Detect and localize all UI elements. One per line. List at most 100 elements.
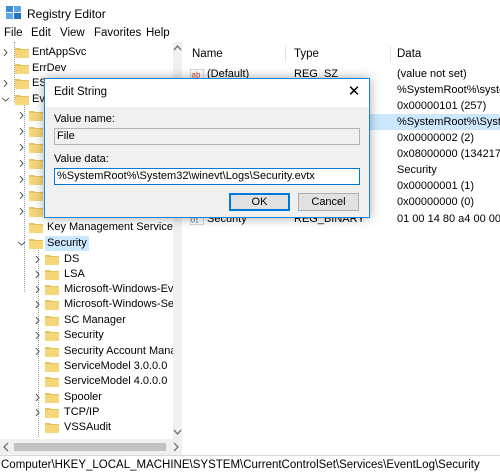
column-separator[interactable]: [285, 46, 286, 62]
tree-item-label: Key Management Service: [47, 221, 173, 233]
value-data: %SystemRoot%\system: [397, 84, 500, 96]
dialog-title: Edit String: [54, 86, 108, 98]
tree-item-vssaudit[interactable]: VSSAudit: [0, 420, 180, 435]
column-separator[interactable]: [390, 46, 391, 62]
column-header-type[interactable]: Type: [294, 42, 319, 66]
menu-favorites[interactable]: Favorites: [94, 27, 141, 39]
scroll-down-icon[interactable]: [173, 427, 182, 437]
column-header-data[interactable]: Data: [397, 42, 421, 66]
folder-icon: [29, 143, 43, 153]
value-data-field[interactable]: %SystemRoot%\System32\winevt\Logs\Securi…: [54, 168, 360, 185]
menu-view[interactable]: View: [60, 27, 85, 39]
tree-item-ds[interactable]: DS: [0, 252, 180, 267]
value-data: Security: [397, 164, 437, 176]
title-bar: Registry Editor: [0, 0, 500, 26]
tree-item-label: Spooler: [64, 391, 102, 403]
tree-item-key-management-service[interactable]: Key Management Service: [0, 220, 180, 235]
scroll-thumb[interactable]: [14, 443, 166, 451]
expand-icon[interactable]: [2, 80, 9, 87]
status-path: Computer\HKEY_LOCAL_MACHINE\SYSTEM\Curre…: [1, 459, 480, 471]
tree-item-sc-manager[interactable]: SC Manager: [0, 313, 180, 328]
tree-item-servicemodel-3[interactable]: ServiceModel 3.0.0.0: [0, 359, 180, 374]
tree-item-ms-windows-se[interactable]: Microsoft-Windows-Se: [0, 297, 180, 312]
folder-icon: [45, 393, 59, 403]
expand-icon[interactable]: [2, 49, 9, 56]
window-title: Registry Editor: [27, 7, 106, 21]
expand-icon[interactable]: [18, 160, 25, 167]
scroll-left-icon[interactable]: [2, 439, 12, 455]
expand-icon[interactable]: [34, 332, 41, 339]
expand-icon[interactable]: [34, 348, 41, 355]
expand-icon[interactable]: [34, 317, 41, 324]
folder-icon: [29, 111, 43, 121]
expand-icon[interactable]: [18, 112, 25, 119]
expand-icon[interactable]: [34, 271, 41, 278]
folder-icon: [15, 79, 29, 89]
value-data: 0x08000000 (134217728: [397, 148, 500, 160]
expand-icon[interactable]: [18, 192, 25, 199]
tree-item-label: VSSAudit: [64, 421, 112, 433]
edit-string-dialog: Edit String ✕ Value name: File Value dat…: [44, 78, 370, 218]
value-data: 0x00000000 (0): [397, 196, 475, 208]
ok-button[interactable]: OK: [229, 193, 290, 211]
tree-item-label: TCP/IP: [64, 406, 100, 418]
tree-item-label: Security: [64, 329, 104, 341]
tree-item-servicemodel-4[interactable]: ServiceModel 4.0.0.0: [0, 374, 180, 389]
expand-icon[interactable]: [34, 301, 41, 308]
tree-item-tcpip[interactable]: TCP/IP: [0, 405, 180, 420]
value-data: (value not set): [397, 68, 467, 80]
scroll-up-icon[interactable]: [173, 44, 182, 54]
scroll-right-icon[interactable]: [170, 439, 180, 455]
expand-icon[interactable]: [18, 208, 25, 215]
folder-icon: [45, 316, 59, 326]
expand-icon[interactable]: [18, 176, 25, 183]
value-data: 0x00000002 (2): [397, 132, 475, 144]
folder-icon: [45, 255, 59, 265]
value-name-label: Value name:: [54, 113, 115, 125]
collapse-icon[interactable]: [18, 240, 25, 247]
value-data: 0x00000001 (1): [397, 180, 475, 192]
tree-item-entappsvc[interactable]: EntAppSvc: [0, 45, 180, 60]
cancel-button[interactable]: Cancel: [298, 193, 359, 211]
tree-horizontal-scrollbar[interactable]: [0, 439, 182, 455]
folder-icon: [45, 423, 59, 433]
tree-item-lsa[interactable]: LSA: [0, 267, 180, 282]
tree-item-security-sub[interactable]: Security: [0, 328, 180, 343]
tree-item-label: Security Account Mana: [64, 345, 177, 357]
folder-icon: [45, 285, 59, 295]
value-data: 01 00 14 80 a4 00 00 00: [397, 213, 500, 225]
expand-icon[interactable]: [18, 144, 25, 151]
tree-item-security[interactable]: Security: [0, 236, 180, 251]
tree-item-label: SC Manager: [64, 314, 126, 326]
expand-icon[interactable]: [34, 409, 41, 416]
value-name-field[interactable]: File: [54, 128, 360, 145]
folder-icon: [45, 347, 59, 357]
tree-item-label: LSA: [64, 268, 85, 280]
expand-icon[interactable]: [18, 128, 25, 135]
tree-item-label: ServiceModel 4.0.0.0: [64, 375, 168, 387]
tree-item-label: ErrDev: [32, 62, 67, 74]
tree-item-errdev[interactable]: ErrDev: [0, 61, 180, 76]
registry-editor-icon: [6, 6, 21, 19]
expand-icon[interactable]: [34, 394, 41, 401]
status-bar: Computer\HKEY_LOCAL_MACHINE\SYSTEM\Curre…: [0, 455, 500, 474]
folder-icon: [45, 300, 59, 310]
folder-icon: [29, 191, 43, 201]
collapse-icon[interactable]: [2, 96, 9, 103]
column-header-name[interactable]: Name: [192, 42, 223, 66]
folder-icon: [29, 159, 43, 169]
menu-edit[interactable]: Edit: [31, 27, 51, 39]
tree-item-spooler[interactable]: Spooler: [0, 390, 180, 405]
tree-item-ms-windows-ev[interactable]: Microsoft-Windows-Ev: [0, 282, 180, 297]
value-data-label: Value data:: [54, 153, 109, 165]
close-icon[interactable]: ✕: [346, 84, 362, 100]
menu-file[interactable]: File: [4, 27, 23, 39]
expand-icon[interactable]: [34, 286, 41, 293]
folder-icon: [29, 223, 43, 233]
tree-item-security-account-manager[interactable]: Security Account Mana: [0, 344, 180, 359]
expand-icon[interactable]: [34, 256, 41, 263]
folder-icon: [45, 331, 59, 341]
menu-help[interactable]: Help: [146, 27, 170, 39]
dialog-body: Value name: File Value data: %SystemRoot…: [45, 107, 369, 217]
tree-item-label: Microsoft-Windows-Ev: [64, 283, 174, 295]
